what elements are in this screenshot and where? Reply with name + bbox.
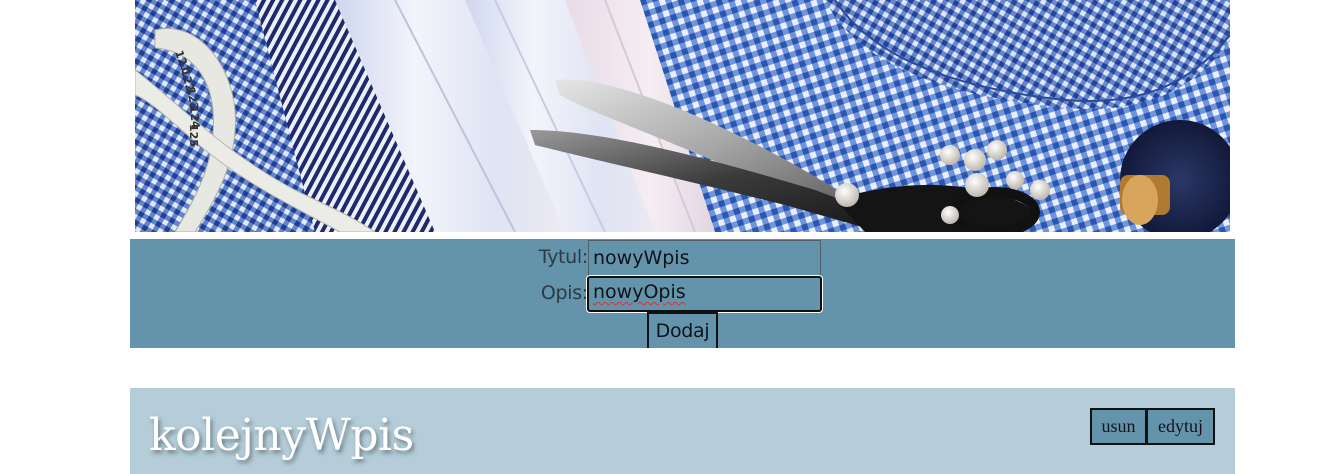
add-button[interactable]: Dodaj	[647, 312, 718, 348]
entry-title: kolejnyWpis	[149, 410, 414, 461]
description-row: Opis: nowyOpis	[130, 276, 1235, 312]
description-input-value: nowyOpis	[593, 281, 686, 303]
banner-photo: 121 122 123 124 125	[135, 0, 1230, 232]
delete-button[interactable]: usun	[1090, 408, 1147, 445]
entry-card: kolejnyWpis usun edytuj	[130, 388, 1235, 474]
description-label: Opis:	[540, 282, 588, 304]
title-label: Tytul:	[538, 246, 589, 268]
title-row: Tytul:	[130, 240, 1235, 276]
add-entry-form: Tytul: Opis: nowyOpis Dodaj	[130, 239, 1235, 348]
header-banner-image: 121 122 123 124 125	[135, 0, 1230, 232]
tape-number: 125	[187, 124, 200, 147]
edit-button[interactable]: edytuj	[1146, 408, 1215, 445]
description-input[interactable]: nowyOpis	[587, 276, 822, 312]
title-input[interactable]	[588, 240, 821, 276]
